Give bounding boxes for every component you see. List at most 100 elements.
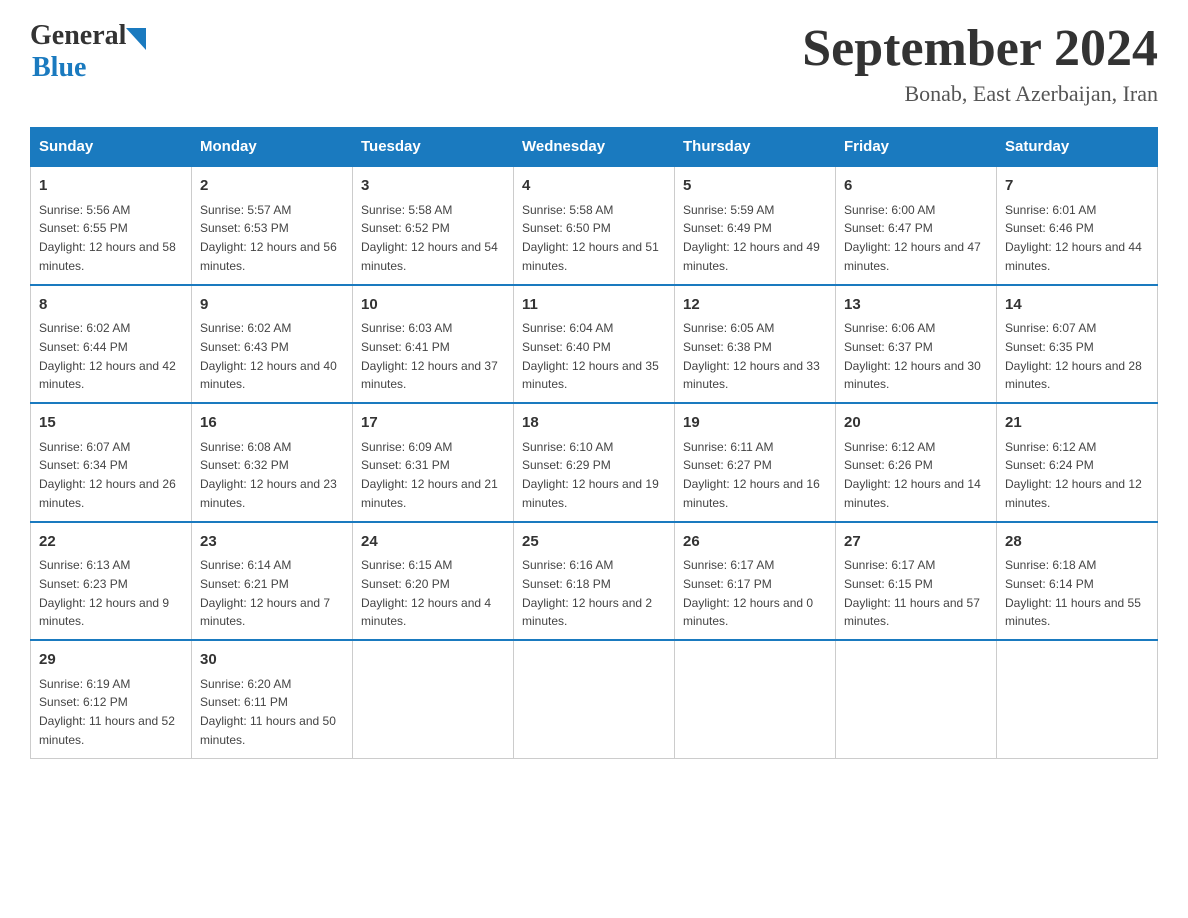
logo-general-text: General xyxy=(30,20,126,52)
calendar-day-cell: 26 Sunrise: 6:17 AMSunset: 6:17 PMDaylig… xyxy=(675,522,836,641)
calendar-subtitle: Bonab, East Azerbaijan, Iran xyxy=(802,81,1158,107)
day-info: Sunrise: 6:14 AMSunset: 6:21 PMDaylight:… xyxy=(200,558,330,628)
day-number: 18 xyxy=(522,412,666,435)
calendar-day-cell xyxy=(836,640,997,758)
day-info: Sunrise: 6:01 AMSunset: 6:46 PMDaylight:… xyxy=(1005,203,1142,273)
day-info: Sunrise: 5:59 AMSunset: 6:49 PMDaylight:… xyxy=(683,203,820,273)
calendar-day-cell: 11 Sunrise: 6:04 AMSunset: 6:40 PMDaylig… xyxy=(514,285,675,404)
calendar-day-cell: 15 Sunrise: 6:07 AMSunset: 6:34 PMDaylig… xyxy=(31,403,192,522)
calendar-week-row: 29 Sunrise: 6:19 AMSunset: 6:12 PMDaylig… xyxy=(31,640,1158,758)
calendar-day-cell: 8 Sunrise: 6:02 AMSunset: 6:44 PMDayligh… xyxy=(31,285,192,404)
calendar-table: SundayMondayTuesdayWednesdayThursdayFrid… xyxy=(30,127,1158,759)
day-info: Sunrise: 6:05 AMSunset: 6:38 PMDaylight:… xyxy=(683,321,820,391)
calendar-day-cell: 5 Sunrise: 5:59 AMSunset: 6:49 PMDayligh… xyxy=(675,166,836,285)
calendar-header-tuesday: Tuesday xyxy=(353,128,514,167)
calendar-day-cell: 1 Sunrise: 5:56 AMSunset: 6:55 PMDayligh… xyxy=(31,166,192,285)
day-number: 19 xyxy=(683,412,827,435)
day-info: Sunrise: 5:56 AMSunset: 6:55 PMDaylight:… xyxy=(39,203,176,273)
day-number: 30 xyxy=(200,649,344,672)
day-number: 26 xyxy=(683,531,827,554)
calendar-day-cell: 13 Sunrise: 6:06 AMSunset: 6:37 PMDaylig… xyxy=(836,285,997,404)
calendar-header-row: SundayMondayTuesdayWednesdayThursdayFrid… xyxy=(31,128,1158,167)
calendar-header-sunday: Sunday xyxy=(31,128,192,167)
calendar-header-saturday: Saturday xyxy=(997,128,1158,167)
day-number: 20 xyxy=(844,412,988,435)
day-number: 1 xyxy=(39,175,183,198)
day-number: 6 xyxy=(844,175,988,198)
day-info: Sunrise: 6:12 AMSunset: 6:24 PMDaylight:… xyxy=(1005,440,1142,510)
day-number: 14 xyxy=(1005,294,1149,317)
calendar-week-row: 8 Sunrise: 6:02 AMSunset: 6:44 PMDayligh… xyxy=(31,285,1158,404)
day-number: 8 xyxy=(39,294,183,317)
calendar-day-cell: 12 Sunrise: 6:05 AMSunset: 6:38 PMDaylig… xyxy=(675,285,836,404)
calendar-day-cell xyxy=(353,640,514,758)
day-info: Sunrise: 6:00 AMSunset: 6:47 PMDaylight:… xyxy=(844,203,981,273)
calendar-week-row: 1 Sunrise: 5:56 AMSunset: 6:55 PMDayligh… xyxy=(31,166,1158,285)
calendar-day-cell: 29 Sunrise: 6:19 AMSunset: 6:12 PMDaylig… xyxy=(31,640,192,758)
calendar-day-cell: 27 Sunrise: 6:17 AMSunset: 6:15 PMDaylig… xyxy=(836,522,997,641)
day-number: 2 xyxy=(200,175,344,198)
day-info: Sunrise: 6:13 AMSunset: 6:23 PMDaylight:… xyxy=(39,558,169,628)
day-info: Sunrise: 6:02 AMSunset: 6:43 PMDaylight:… xyxy=(200,321,337,391)
calendar-day-cell: 14 Sunrise: 6:07 AMSunset: 6:35 PMDaylig… xyxy=(997,285,1158,404)
day-info: Sunrise: 6:07 AMSunset: 6:34 PMDaylight:… xyxy=(39,440,176,510)
day-info: Sunrise: 6:19 AMSunset: 6:12 PMDaylight:… xyxy=(39,677,175,747)
day-info: Sunrise: 6:11 AMSunset: 6:27 PMDaylight:… xyxy=(683,440,820,510)
calendar-header-friday: Friday xyxy=(836,128,997,167)
day-info: Sunrise: 6:12 AMSunset: 6:26 PMDaylight:… xyxy=(844,440,981,510)
calendar-day-cell xyxy=(675,640,836,758)
day-number: 5 xyxy=(683,175,827,198)
day-number: 25 xyxy=(522,531,666,554)
calendar-header-monday: Monday xyxy=(192,128,353,167)
day-number: 16 xyxy=(200,412,344,435)
page-header: General Blue September 2024 Bonab, East … xyxy=(30,20,1158,107)
day-info: Sunrise: 6:04 AMSunset: 6:40 PMDaylight:… xyxy=(522,321,659,391)
day-number: 11 xyxy=(522,294,666,317)
day-info: Sunrise: 6:09 AMSunset: 6:31 PMDaylight:… xyxy=(361,440,498,510)
calendar-day-cell: 7 Sunrise: 6:01 AMSunset: 6:46 PMDayligh… xyxy=(997,166,1158,285)
day-info: Sunrise: 6:16 AMSunset: 6:18 PMDaylight:… xyxy=(522,558,652,628)
day-number: 15 xyxy=(39,412,183,435)
day-number: 7 xyxy=(1005,175,1149,198)
calendar-title: September 2024 xyxy=(802,20,1158,77)
day-number: 13 xyxy=(844,294,988,317)
calendar-day-cell: 16 Sunrise: 6:08 AMSunset: 6:32 PMDaylig… xyxy=(192,403,353,522)
day-number: 12 xyxy=(683,294,827,317)
calendar-day-cell: 20 Sunrise: 6:12 AMSunset: 6:26 PMDaylig… xyxy=(836,403,997,522)
day-number: 9 xyxy=(200,294,344,317)
day-info: Sunrise: 6:15 AMSunset: 6:20 PMDaylight:… xyxy=(361,558,491,628)
calendar-day-cell: 4 Sunrise: 5:58 AMSunset: 6:50 PMDayligh… xyxy=(514,166,675,285)
calendar-day-cell: 6 Sunrise: 6:00 AMSunset: 6:47 PMDayligh… xyxy=(836,166,997,285)
day-number: 21 xyxy=(1005,412,1149,435)
calendar-day-cell: 23 Sunrise: 6:14 AMSunset: 6:21 PMDaylig… xyxy=(192,522,353,641)
day-number: 28 xyxy=(1005,531,1149,554)
logo-blue-text: Blue xyxy=(32,52,86,84)
day-info: Sunrise: 5:58 AMSunset: 6:52 PMDaylight:… xyxy=(361,203,498,273)
day-info: Sunrise: 6:02 AMSunset: 6:44 PMDaylight:… xyxy=(39,321,176,391)
day-number: 17 xyxy=(361,412,505,435)
calendar-title-section: September 2024 Bonab, East Azerbaijan, I… xyxy=(802,20,1158,107)
day-number: 4 xyxy=(522,175,666,198)
day-info: Sunrise: 6:07 AMSunset: 6:35 PMDaylight:… xyxy=(1005,321,1142,391)
calendar-week-row: 22 Sunrise: 6:13 AMSunset: 6:23 PMDaylig… xyxy=(31,522,1158,641)
day-number: 3 xyxy=(361,175,505,198)
calendar-day-cell: 9 Sunrise: 6:02 AMSunset: 6:43 PMDayligh… xyxy=(192,285,353,404)
day-info: Sunrise: 6:17 AMSunset: 6:15 PMDaylight:… xyxy=(844,558,980,628)
day-info: Sunrise: 6:20 AMSunset: 6:11 PMDaylight:… xyxy=(200,677,336,747)
day-number: 24 xyxy=(361,531,505,554)
day-info: Sunrise: 5:57 AMSunset: 6:53 PMDaylight:… xyxy=(200,203,337,273)
calendar-day-cell: 10 Sunrise: 6:03 AMSunset: 6:41 PMDaylig… xyxy=(353,285,514,404)
day-number: 27 xyxy=(844,531,988,554)
day-number: 23 xyxy=(200,531,344,554)
day-number: 22 xyxy=(39,531,183,554)
calendar-day-cell: 19 Sunrise: 6:11 AMSunset: 6:27 PMDaylig… xyxy=(675,403,836,522)
calendar-day-cell xyxy=(514,640,675,758)
day-info: Sunrise: 6:18 AMSunset: 6:14 PMDaylight:… xyxy=(1005,558,1141,628)
calendar-day-cell: 22 Sunrise: 6:13 AMSunset: 6:23 PMDaylig… xyxy=(31,522,192,641)
calendar-day-cell: 2 Sunrise: 5:57 AMSunset: 6:53 PMDayligh… xyxy=(192,166,353,285)
day-info: Sunrise: 6:17 AMSunset: 6:17 PMDaylight:… xyxy=(683,558,813,628)
calendar-day-cell: 28 Sunrise: 6:18 AMSunset: 6:14 PMDaylig… xyxy=(997,522,1158,641)
calendar-header-thursday: Thursday xyxy=(675,128,836,167)
calendar-day-cell: 30 Sunrise: 6:20 AMSunset: 6:11 PMDaylig… xyxy=(192,640,353,758)
day-number: 29 xyxy=(39,649,183,672)
